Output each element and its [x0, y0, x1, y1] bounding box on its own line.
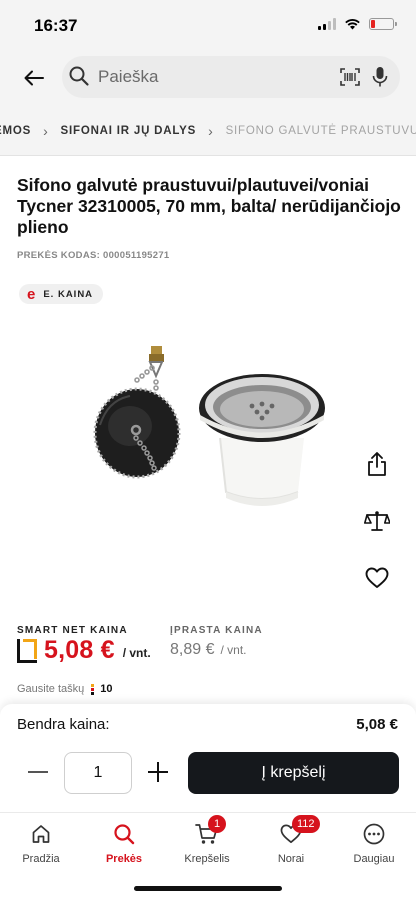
back-button[interactable] [18, 62, 50, 94]
status-bar: 16:37 [0, 0, 416, 50]
points-label: Gausite taškų [17, 683, 85, 695]
regular-price-label: ĮPRASTA KAINA [170, 625, 263, 636]
product-title: Sifono galvutė praustuvui/plautuvei/voni… [17, 175, 401, 237]
tab-products[interactable]: Prekės [89, 821, 159, 865]
status-icons [318, 18, 397, 30]
product-code: PREKĖS KODAS: 000051195271 [17, 250, 170, 261]
battery-icon [369, 18, 397, 30]
quantity-input[interactable] [64, 752, 132, 794]
wishlist-count-badge: 112 [292, 815, 320, 833]
tab-home-label: Pradžia [22, 853, 60, 865]
e-price-label: E. KAINA [43, 288, 94, 300]
total-value: 5,08 € [356, 716, 398, 733]
cart-panel: Bendra kaina: 5,08 € Į krepšelį [0, 704, 416, 812]
bottom-tab-bar: Pradžia Prekės 1 Krepšelis 112 Norai Dau… [0, 812, 416, 900]
search-header [0, 50, 416, 106]
barcode-scan-icon[interactable] [340, 68, 360, 86]
chevron-right-icon: › [208, 122, 214, 139]
loyalty-points: Gausite taškų 10 [17, 683, 113, 695]
breadcrumb-item-1[interactable]: EMOS [0, 125, 31, 137]
tab-wishlist-label: Norai [277, 853, 305, 865]
microphone-icon[interactable] [372, 66, 388, 88]
tab-cart[interactable]: 1 Krepšelis [172, 815, 242, 865]
tab-wishlist[interactable]: 112 Norai [256, 815, 326, 865]
smart-price-unit: / vnt. [122, 645, 151, 660]
smart-price-value: 5,08 € [44, 636, 115, 664]
search-box[interactable] [62, 56, 400, 98]
smart-net-logo-icon [17, 638, 37, 663]
home-indicator [134, 886, 282, 891]
search-icon [69, 66, 89, 86]
tab-products-label: Prekės [105, 853, 143, 865]
points-icon [91, 683, 95, 695]
quantity-decrease-button[interactable] [18, 752, 58, 792]
scale-compare-icon [364, 511, 390, 531]
home-icon [32, 825, 50, 843]
arrow-left-icon [24, 70, 44, 86]
minus-icon [28, 771, 48, 773]
chevron-right-icon: › [43, 122, 49, 139]
share-icon [368, 452, 386, 476]
status-time: 16:37 [34, 16, 78, 35]
add-to-cart-button[interactable]: Į krepšelį [188, 752, 399, 794]
signal-icon [318, 18, 336, 30]
share-button[interactable] [356, 443, 398, 485]
regular-price: 8,89 € / vnt. [170, 641, 247, 659]
regular-price-value: 8,89 € [170, 641, 215, 658]
tab-more-label: Daugiau [353, 853, 395, 865]
regular-price-unit: / vnt. [220, 643, 247, 657]
product-image[interactable] [80, 330, 340, 520]
breadcrumb: EMOS › SIFONAI IR JŲ DALYS › SIFONO GALV… [0, 106, 416, 156]
more-icon [363, 823, 385, 845]
breadcrumb-item-current: SIFONO GALVUTĖ PRAUSTUVU... [225, 124, 416, 137]
breadcrumb-item-2[interactable]: SIFONAI IR JŲ DALYS [61, 125, 197, 137]
search-input[interactable] [98, 66, 328, 88]
total-label: Bendra kaina: [17, 716, 110, 733]
e-price-badge: e E. KAINA [19, 284, 104, 304]
cart-count-badge: 1 [208, 815, 226, 833]
quantity-increase-button[interactable] [138, 752, 178, 792]
plus-icon [148, 762, 168, 782]
compare-button[interactable] [356, 500, 398, 542]
e-price-icon: e [27, 285, 36, 303]
tab-more[interactable]: Daugiau [339, 821, 409, 865]
search-icon [114, 824, 135, 845]
wifi-icon [345, 19, 360, 30]
tab-cart-label: Krepšelis [184, 853, 230, 865]
tab-home[interactable]: Pradžia [6, 821, 76, 865]
smart-price: 5,08 € / vnt. [17, 636, 151, 665]
wishlist-button[interactable] [356, 557, 398, 599]
points-value: 10 [100, 683, 113, 695]
heart-icon [365, 567, 389, 588]
